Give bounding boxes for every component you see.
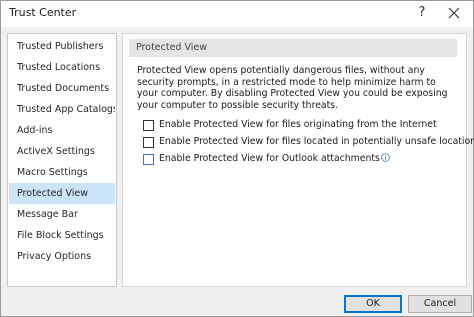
help-button[interactable]: ? (414, 5, 430, 21)
sidebar-item-privacy-options[interactable]: Privacy Options (9, 246, 115, 267)
sidebar-item-activex-settings[interactable]: ActiveX Settings (9, 141, 115, 162)
sidebar-item-trusted-app-catalogs[interactable]: Trusted App Catalogs (9, 99, 115, 120)
sidebar-item-trusted-locations[interactable]: Trusted Locations (9, 57, 115, 78)
checkbox-internet-files[interactable] (143, 120, 154, 131)
sidebar-item-file-block-settings[interactable]: File Block Settings (9, 225, 115, 246)
sidebar-item-message-bar[interactable]: Message Bar (9, 204, 115, 225)
option-outlook-attachments[interactable]: Enable Protected View for Outlook attach… (137, 152, 467, 166)
info-icon[interactable] (381, 153, 390, 162)
option-label: Enable Protected View for Outlook attach… (159, 153, 380, 164)
title-bar: Trust Center ? (1, 1, 473, 27)
sidebar-item-trusted-publishers[interactable]: Trusted Publishers (9, 36, 115, 57)
checkbox-outlook-attachments[interactable] (143, 154, 154, 165)
trust-center-dialog: Trust Center ? Trusted Publishers Truste… (0, 0, 474, 317)
protected-view-panel: Protected View Protected View opens pote… (122, 33, 474, 287)
section-header: Protected View (129, 39, 457, 57)
sidebar-item-protected-view[interactable]: Protected View (9, 183, 115, 204)
dialog-body: Trusted Publishers Trusted Locations Tru… (1, 27, 474, 316)
description-text: Protected View opens potentially dangero… (137, 65, 448, 111)
sidebar-item-add-ins[interactable]: Add-ins (9, 120, 115, 141)
close-icon (448, 7, 460, 19)
section-title: Protected View (136, 42, 208, 53)
option-internet-files[interactable]: Enable Protected View for files originat… (137, 118, 467, 132)
close-button[interactable] (446, 5, 462, 21)
option-unsafe-locations[interactable]: Enable Protected View for files located … (137, 135, 474, 149)
option-label: Enable Protected View for files located … (159, 136, 474, 147)
checkbox-unsafe-locations[interactable] (143, 137, 154, 148)
sidebar-item-macro-settings[interactable]: Macro Settings (9, 162, 115, 183)
sidebar-nav: Trusted Publishers Trusted Locations Tru… (7, 33, 117, 287)
option-label: Enable Protected View for files originat… (159, 119, 437, 130)
cancel-button[interactable]: Cancel (408, 295, 472, 313)
sidebar-item-trusted-documents[interactable]: Trusted Documents (9, 78, 115, 99)
dialog-title: Trust Center (9, 6, 77, 19)
ok-button[interactable]: OK (344, 295, 402, 313)
